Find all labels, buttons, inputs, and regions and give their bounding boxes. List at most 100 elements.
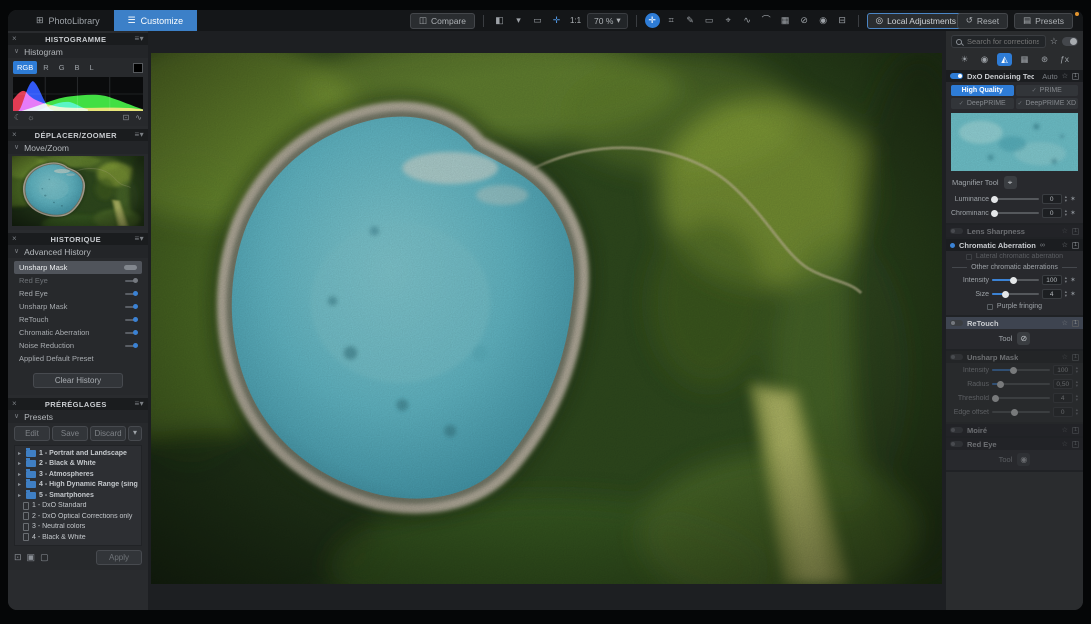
tab-photolibrary[interactable]: PhotoLibrary xyxy=(22,10,114,31)
magnifier-tool-button[interactable] xyxy=(1004,176,1017,189)
favorites-filter-icon[interactable] xyxy=(1050,37,1058,46)
auto-wand-icon[interactable] xyxy=(1070,277,1078,284)
star-icon[interactable] xyxy=(1062,73,1068,80)
chrominance-slider[interactable] xyxy=(992,212,1039,214)
um-intensity-value[interactable]: 100 xyxy=(1053,365,1073,375)
save-button[interactable]: Save xyxy=(52,426,88,441)
ca-size-slider[interactable] xyxy=(992,293,1039,295)
main-photo[interactable] xyxy=(151,53,942,584)
ca-intensity-slider[interactable] xyxy=(992,279,1039,281)
history-item[interactable]: Unsharp Mask xyxy=(14,261,142,274)
lens-sharpness-toggle[interactable] xyxy=(950,228,963,234)
auto-wand-icon[interactable] xyxy=(1070,210,1078,217)
um-radius-slider[interactable] xyxy=(992,383,1050,385)
edit-button[interactable]: Edit xyxy=(14,426,50,441)
um-radius-value[interactable]: 0,50 xyxy=(1053,379,1073,389)
compare-button[interactable]: Compare xyxy=(410,13,475,29)
navigator-thumbnail[interactable] xyxy=(12,156,144,226)
stepper[interactable]: ▴▾ xyxy=(1065,290,1067,298)
stepper[interactable]: ▴▾ xyxy=(1065,209,1067,217)
arc-tool-button[interactable] xyxy=(759,13,774,28)
image-canvas[interactable] xyxy=(148,31,946,610)
split-view-dropdown[interactable] xyxy=(511,13,526,28)
chevron-down-icon[interactable] xyxy=(140,35,144,43)
um-threshold-slider[interactable] xyxy=(992,397,1050,399)
mode-high-quality[interactable]: High Quality xyxy=(951,85,1014,96)
search-box[interactable] xyxy=(951,35,1046,48)
zoom-level-select[interactable]: 70 % xyxy=(587,13,628,29)
curve-tool-button[interactable] xyxy=(740,13,755,28)
highlight-clipping-icon[interactable] xyxy=(27,114,34,122)
category-fx[interactable] xyxy=(1057,53,1072,66)
preset-item[interactable]: 3 - Neutral colors xyxy=(15,522,141,533)
stepper[interactable]: ▴▾ xyxy=(1076,366,1078,374)
show-corrections-button[interactable] xyxy=(816,13,831,28)
stepper[interactable]: ▴▾ xyxy=(1076,394,1078,402)
mode-deepprime[interactable]: DeepPRIME xyxy=(951,98,1014,109)
retouch-tool-button[interactable] xyxy=(1017,332,1030,345)
presets-dropdown[interactable] xyxy=(128,426,142,441)
clip-indicator-button[interactable] xyxy=(797,13,812,28)
history-item[interactable]: Chromatic Aberration xyxy=(14,326,142,339)
star-icon[interactable] xyxy=(1062,427,1068,434)
category-geometry[interactable] xyxy=(1017,53,1032,66)
tab-customize[interactable]: Customize xyxy=(114,10,198,31)
stepper[interactable]: ▴▾ xyxy=(1076,408,1078,416)
mode-deepprime-xd[interactable]: DeepPRIME XD xyxy=(1016,98,1079,109)
purple-fringing-checkbox[interactable] xyxy=(987,304,993,310)
ca-intensity-value[interactable]: 100 xyxy=(1042,275,1062,285)
preset-item[interactable]: 2 - DxO Optical Corrections only xyxy=(15,511,141,522)
luminance-slider[interactable] xyxy=(992,198,1039,200)
channel-rgb[interactable]: RGB xyxy=(13,61,37,74)
um-edge-value[interactable]: 0 xyxy=(1053,407,1073,417)
new-folder-icon[interactable] xyxy=(27,553,36,562)
star-icon[interactable] xyxy=(1062,242,1068,249)
star-icon[interactable] xyxy=(1062,320,1068,327)
category-light[interactable] xyxy=(957,53,972,66)
ca-size-value[interactable]: 4 xyxy=(1042,289,1062,299)
channel-l[interactable]: L xyxy=(86,61,98,74)
chevron-down-icon[interactable] xyxy=(140,400,144,408)
shadow-clipping-icon[interactable] xyxy=(14,114,21,122)
split-view-button[interactable] xyxy=(492,13,507,28)
history-item[interactable]: Unsharp Mask xyxy=(14,300,142,313)
pan-tool-button[interactable] xyxy=(645,13,660,28)
red-eye-header[interactable]: Red Eye 1 xyxy=(946,438,1083,450)
stepper[interactable]: ▴▾ xyxy=(1065,276,1067,284)
chrominance-value[interactable]: 0 xyxy=(1042,208,1062,218)
clear-history-button[interactable]: Clear History xyxy=(33,373,123,388)
apply-button[interactable]: Apply xyxy=(96,550,142,565)
active-dot[interactable] xyxy=(950,243,955,248)
patch-tool-button[interactable] xyxy=(702,13,717,28)
local-adjustments-button[interactable]: Local Adjustments xyxy=(867,13,965,29)
reset-button[interactable]: Reset xyxy=(957,13,1008,29)
active-corrections-toggle[interactable] xyxy=(1062,37,1078,46)
unsharp-mask-toggle[interactable] xyxy=(950,354,963,360)
exposure-indicator-button[interactable] xyxy=(835,13,850,28)
category-color[interactable] xyxy=(977,53,992,66)
retouch-toggle[interactable] xyxy=(950,320,963,326)
auto-wand-icon[interactable] xyxy=(1070,291,1078,298)
moire-header[interactable]: Moiré 1 xyxy=(946,424,1083,436)
denoise-preview[interactable] xyxy=(951,113,1078,171)
channel-b[interactable]: B xyxy=(71,61,84,74)
denoising-header[interactable]: DxO Denoising Technologies Auto 1 xyxy=(946,70,1083,82)
horizon-tool-button[interactable] xyxy=(721,13,736,28)
preset-folder[interactable]: ▸ 5 - Smartphones xyxy=(15,490,141,501)
um-edge-slider[interactable] xyxy=(992,411,1050,413)
stepper[interactable]: ▴▾ xyxy=(1076,380,1078,388)
tone-curve-icon[interactable] xyxy=(135,114,142,122)
presets-button[interactable]: Presets xyxy=(1014,13,1073,29)
monitor-icon[interactable] xyxy=(123,114,130,122)
history-item[interactable]: Red Eye xyxy=(14,274,142,287)
movezoom-subheader[interactable]: Move/Zoom xyxy=(8,141,148,154)
preset-item[interactable]: 1 - DxO Standard xyxy=(15,501,141,512)
channel-g[interactable]: G xyxy=(55,61,69,74)
chevron-down-icon[interactable] xyxy=(140,235,144,243)
history-item[interactable]: Applied Default Preset xyxy=(14,352,142,365)
star-icon[interactable] xyxy=(1062,354,1068,361)
presets-subheader[interactable]: Presets xyxy=(8,410,148,423)
frame-view-button[interactable] xyxy=(530,13,545,28)
preset-folder[interactable]: ▸ 3 - Atmospheres xyxy=(15,469,141,480)
grid-overlay-button[interactable] xyxy=(778,13,793,28)
